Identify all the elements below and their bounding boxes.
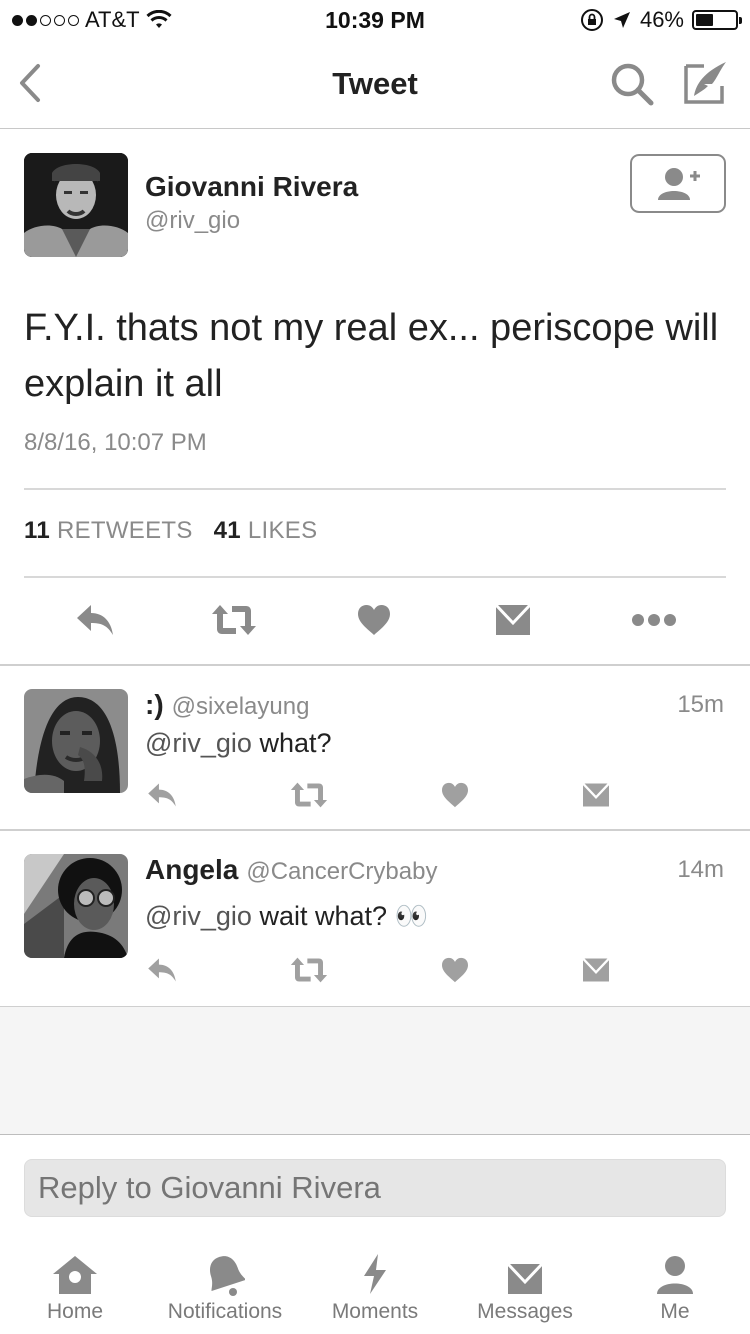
author-photo (24, 153, 128, 257)
reply-message-button[interactable] (580, 950, 612, 990)
status-bar: AT&T 10:39 PM 46% (0, 0, 750, 40)
reply-input[interactable] (24, 1159, 726, 1217)
reply-item[interactable]: :) @sixelayung 15m @riv_gio what? (0, 665, 750, 829)
reply-item[interactable]: Angela @CancerCrybaby 14m @riv_gio wait w… (0, 830, 750, 1006)
nav-bar: Tweet (0, 40, 750, 129)
reply-text: @riv_gio what? (145, 728, 332, 759)
author-avatar[interactable] (24, 153, 128, 257)
likes-label[interactable]: LIKES (248, 517, 318, 544)
reply-mention[interactable]: @riv_gio (145, 901, 252, 931)
retweet-icon (290, 957, 328, 983)
lightning-icon (364, 1254, 386, 1294)
likes-count[interactable]: 41 (214, 517, 241, 544)
reply-actions (0, 775, 750, 815)
reply-timestamp: 14m (677, 856, 724, 883)
tab-me[interactable]: Me (600, 1250, 750, 1334)
reply-message-button[interactable] (580, 775, 612, 815)
reply-actions (0, 950, 750, 990)
envelope-icon (582, 782, 610, 807)
tab-label: Notifications (167, 1300, 283, 1323)
reply-author-name[interactable]: :) @sixelayung (145, 689, 309, 721)
retweets-label[interactable]: RETWEETS (57, 517, 193, 544)
reply-text: @riv_gio wait what? 👀 (145, 900, 428, 932)
reply-like-button[interactable] (440, 775, 470, 815)
tab-label: Messages (477, 1300, 573, 1323)
retweet-icon (212, 605, 256, 635)
reply-body: wait what? 👀 (251, 901, 429, 931)
envelope-icon (582, 957, 610, 982)
tab-messages[interactable]: Messages (450, 1250, 600, 1334)
retweet-button[interactable] (208, 595, 260, 645)
battery-percent: 46% (639, 7, 684, 32)
tab-bar: Home Notifications Moments Messages Me (0, 1250, 750, 1334)
heart-icon (358, 605, 390, 635)
tweet-timestamp: 8/8/16, 10:07 PM (24, 429, 207, 456)
home-icon (53, 1256, 97, 1294)
divider (24, 576, 726, 578)
reply-body: what? (251, 728, 332, 758)
search-icon[interactable] (608, 60, 656, 108)
tab-home[interactable]: Home (0, 1250, 150, 1334)
reply-reply-button[interactable] (144, 775, 180, 815)
tweet-stats: 11 RETWEETS 41 LIKES (24, 517, 317, 545)
tab-label: Me (660, 1300, 690, 1323)
retweets-count[interactable]: 11 (24, 517, 50, 544)
empty-area (0, 1007, 750, 1134)
reply-retweet-button[interactable] (288, 950, 330, 990)
author-name[interactable]: Giovanni Rivera (145, 171, 358, 203)
tab-label: Moments (331, 1300, 419, 1323)
tab-notifications[interactable]: Notifications (150, 1250, 300, 1334)
reply-icon (77, 605, 113, 635)
orientation-lock-icon (580, 9, 603, 31)
more-options-button[interactable] (628, 595, 680, 645)
reply-icon (148, 958, 176, 982)
reply-button[interactable] (70, 595, 120, 645)
compose-icon[interactable] (682, 58, 730, 108)
retweet-icon (290, 782, 328, 808)
envelope-icon (494, 603, 532, 635)
location-arrow-icon (613, 12, 630, 28)
more-icon (632, 614, 676, 626)
reply-mention[interactable]: @riv_gio (145, 728, 252, 758)
like-button[interactable] (350, 595, 398, 645)
reply-avatar[interactable] (24, 854, 128, 958)
status-right: 46% (580, 7, 742, 33)
reply-name-text: Angela (145, 854, 239, 885)
reply-author-handle[interactable]: @CancerCrybaby (246, 858, 437, 885)
reply-author-handle[interactable]: @sixelayung (172, 693, 310, 720)
reply-timestamp: 15m (677, 691, 724, 718)
follow-button[interactable] (630, 154, 726, 213)
tab-moments[interactable]: Moments (300, 1250, 450, 1334)
heart-icon (442, 782, 468, 808)
author-handle[interactable]: @riv_gio (145, 207, 240, 235)
tweet-text: F.Y.I. thats not my real ex... periscope… (24, 307, 719, 405)
reply-retweet-button[interactable] (288, 775, 330, 815)
reply-icon (148, 783, 176, 807)
divider (24, 488, 726, 490)
reply-like-button[interactable] (440, 950, 470, 990)
reply-photo (24, 854, 128, 958)
tweet-actions (0, 595, 750, 645)
reply-author-name[interactable]: Angela @CancerCrybaby (145, 854, 437, 886)
reply-reply-button[interactable] (144, 950, 180, 990)
add-user-icon (658, 167, 700, 200)
reply-name-text: :) (145, 689, 164, 720)
tab-label: Home (46, 1300, 104, 1323)
direct-message-button[interactable] (488, 595, 538, 645)
heart-icon (442, 957, 468, 983)
envelope-icon (506, 1262, 544, 1294)
person-icon (657, 1256, 693, 1294)
bell-icon (209, 1256, 245, 1296)
battery-icon (692, 10, 742, 30)
